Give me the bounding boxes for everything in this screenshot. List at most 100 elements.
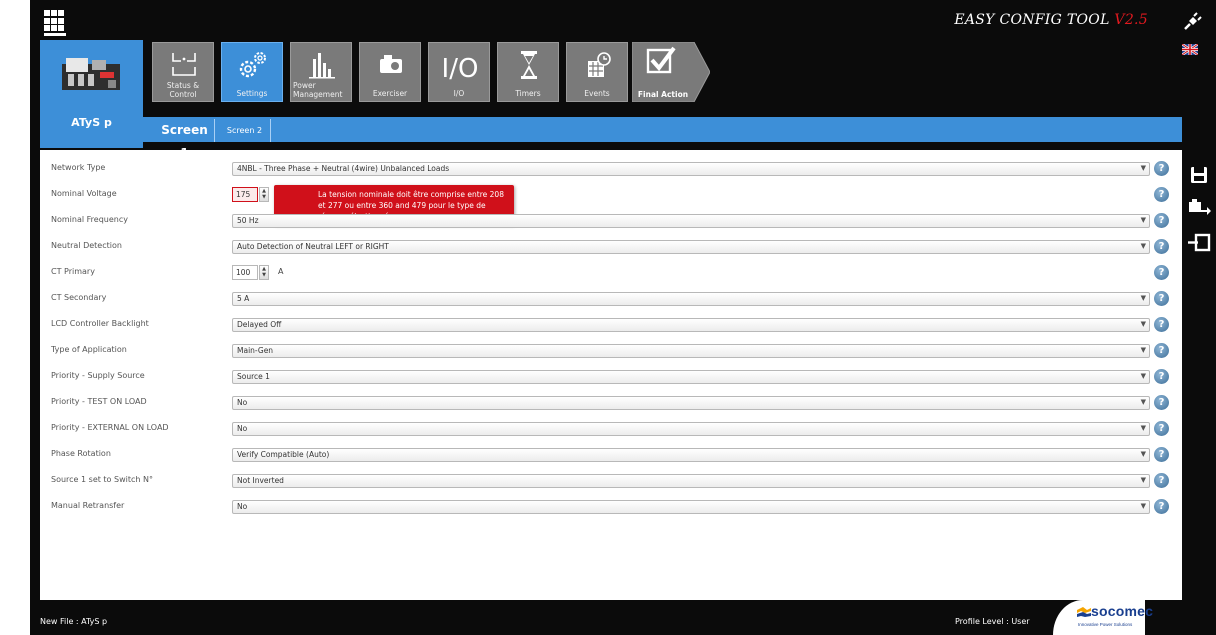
ct-primary-label: CT Primary [51,267,95,276]
grid-menu-underline [44,33,66,36]
lcd-backlight-label: LCD Controller Backlight [51,319,149,328]
help-icon[interactable]: ? [1154,187,1169,202]
tab-screen-1[interactable]: Screen 1 [155,119,215,160]
application-type-value: Main-Gen [237,346,274,355]
priority-supply-select[interactable]: Source 1 ▼ [232,370,1150,384]
nav-timers-button[interactable]: Timers [497,42,559,102]
row-priority-test: Priority - TEST ON LOAD No ▼ ? [40,394,1182,412]
svg-text:I/O: I/O [442,54,479,83]
nav-exerciser-button[interactable]: Exerciser [359,42,421,102]
product-tile[interactable]: ATyS p [40,40,143,148]
row-phase-rotation: Phase Rotation Verify Compatible (Auto) … [40,446,1182,464]
priority-external-label: Priority - EXTERNAL ON LOAD [51,423,169,432]
app-title: EASY CONFIG TOOL V2.5 [954,12,1148,28]
nav-settings-button[interactable]: Settings [221,42,283,102]
priority-external-select[interactable]: No ▼ [232,422,1150,436]
logo-tagline: Innovative Power Solutions [1078,622,1133,627]
status-control-icon [172,53,196,76]
uk-flag-icon[interactable] [1182,44,1198,55]
row-nominal-voltage: Nominal Voltage 175 ▲ ▼ ? [40,186,1182,204]
dropdown-arrow-icon: ▼ [1140,424,1146,432]
nav-io-button[interactable]: I/O I/O [428,42,490,102]
nav-exerciser-label: Exerciser [372,89,408,98]
ct-primary-input[interactable]: 100 [232,265,258,280]
row-application-type: Type of Application Main-Gen ▼ ? [40,342,1182,360]
hourglass-icon [521,51,537,79]
network-type-value: 4NBL - Three Phase + Neutral (4wire) Unb… [237,164,450,173]
help-icon[interactable]: ? [1154,317,1169,332]
product-image [62,58,120,90]
priority-test-value: No [237,398,248,407]
nav-timers-label: Timers [515,89,541,98]
nav-power-management-label: Power Management [293,81,343,99]
row-source1-switch: Source 1 set to Switch N° Not Inverted ▼… [40,472,1182,490]
application-type-select[interactable]: Main-Gen ▼ [232,344,1150,358]
app-title-text: EASY CONFIG TOOL [954,12,1115,28]
row-nominal-frequency: Nominal Frequency 50 Hz ▼ ? [40,212,1182,230]
manual-retransfer-label: Manual Retransfer [51,501,125,510]
help-icon[interactable]: ? [1154,291,1169,306]
row-neutral-detection: Neutral Detection Auto Detection of Neut… [40,238,1182,256]
help-icon[interactable]: ? [1154,369,1169,384]
neutral-detection-select[interactable]: Auto Detection of Neutral LEFT or RIGHT … [232,240,1150,254]
row-ct-primary: CT Primary 100 ▲ ▼ A ? [40,264,1182,282]
nav-status-control-button[interactable]: Status & Control [152,42,214,102]
dropdown-arrow-icon: ▼ [1140,346,1146,354]
dropdown-arrow-icon: ▼ [1140,450,1146,458]
help-icon[interactable]: ? [1154,421,1169,436]
ct-secondary-select[interactable]: 5 A ▼ [232,292,1150,306]
events-icon [588,52,611,77]
socomec-mark-icon [1077,607,1091,617]
help-icon[interactable]: ? [1154,239,1169,254]
app-version: V2.5 [1114,12,1148,28]
profile-level-status: Profile Level : User [955,617,1030,626]
priority-supply-label: Priority - Supply Source [51,371,145,380]
help-icon[interactable]: ? [1154,343,1169,358]
dropdown-arrow-icon: ▼ [1140,242,1146,250]
network-type-select[interactable]: 4NBL - Three Phase + Neutral (4wire) Unb… [232,162,1150,176]
row-ct-secondary: CT Secondary 5 A ▼ ? [40,290,1182,308]
bar-chart-icon [309,53,335,79]
exit-icon[interactable] [1186,230,1212,256]
nav-final-action-button[interactable]: Final Action [632,42,710,102]
help-icon[interactable]: ? [1154,395,1169,410]
help-icon[interactable]: ? [1154,265,1169,280]
dropdown-arrow-icon: ▼ [1140,372,1146,380]
nominal-frequency-label: Nominal Frequency [51,215,128,224]
settings-form: Network Type 4NBL - Three Phase + Neutra… [40,150,1182,600]
nominal-voltage-input[interactable]: 175 [232,187,258,202]
help-icon[interactable]: ? [1154,499,1169,514]
nav-events-button[interactable]: Events [566,42,628,102]
nav-status-control-label: Status & Control [166,81,200,99]
tab-screen-2[interactable]: Screen 2 [219,119,271,142]
application-type-label: Type of Application [51,345,127,354]
lcd-backlight-select[interactable]: Delayed Off ▼ [232,318,1150,332]
priority-test-label: Priority - TEST ON LOAD [51,397,147,406]
neutral-detection-value: Auto Detection of Neutral LEFT or RIGHT [237,242,389,251]
source1-switch-value: Not Inverted [237,476,284,485]
help-icon[interactable]: ? [1154,213,1169,228]
source1-switch-select[interactable]: Not Inverted ▼ [232,474,1150,488]
priority-test-select[interactable]: No ▼ [232,396,1150,410]
nav-power-management-button[interactable]: Power Management [290,42,352,102]
connection-plug-icon[interactable] [1182,12,1202,32]
help-icon[interactable]: ? [1154,447,1169,462]
grid-menu-icon[interactable] [44,10,66,32]
current-file-status: New File : ATyS p [40,617,108,626]
network-type-label: Network Type [51,163,106,172]
help-icon[interactable]: ? [1154,161,1169,176]
help-icon[interactable]: ? [1154,473,1169,488]
save-icon[interactable] [1186,162,1212,188]
spin-arrows-icon[interactable]: ▲ ▼ [259,265,269,280]
io-icon: I/O [442,54,479,83]
screen-tab-bar: Screen 1 Screen 2 [143,117,1182,160]
manual-retransfer-select[interactable]: No ▼ [232,500,1150,514]
phase-rotation-select[interactable]: Verify Compatible (Auto) ▼ [232,448,1150,462]
spin-arrows-icon[interactable]: ▲ ▼ [259,187,269,202]
nominal-frequency-select[interactable]: 50 Hz ▼ [232,214,1150,228]
neutral-detection-label: Neutral Detection [51,241,122,250]
transfer-device-icon[interactable] [1186,195,1212,221]
row-priority-external: Priority - EXTERNAL ON LOAD No ▼ ? [40,420,1182,438]
ct-primary-unit: A [278,267,284,276]
nav-io-label: I/O [453,89,465,98]
